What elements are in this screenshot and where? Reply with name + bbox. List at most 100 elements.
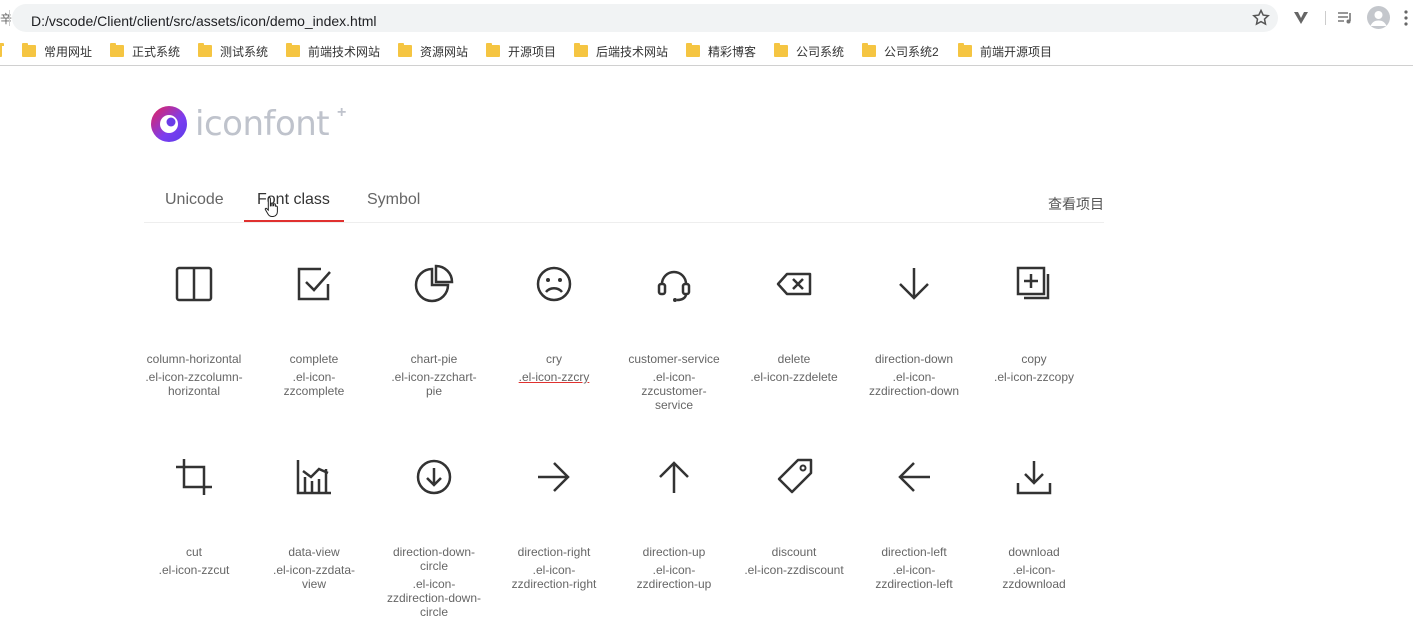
icon-card-direction-down[interactable]: direction-down .el-icon-zzdirection-down bbox=[864, 250, 964, 398]
active-tab-indicator bbox=[244, 220, 344, 222]
profile-avatar[interactable] bbox=[1367, 6, 1390, 29]
logo-mark-icon bbox=[160, 115, 178, 133]
vue-devtools-icon[interactable] bbox=[1292, 9, 1310, 27]
icon-card-direction-down-circle[interactable]: direction-down-circle .el-icon-zzdirecti… bbox=[384, 443, 484, 619]
view-project-link[interactable]: 查看项目 bbox=[1048, 194, 1104, 214]
address-bar: 辛 D:/vscode/Client/client/src/assets/ico… bbox=[0, 0, 1413, 36]
hand-cursor-icon bbox=[264, 196, 278, 217]
folder-icon bbox=[958, 43, 972, 57]
folder-icon bbox=[862, 43, 876, 57]
icon-name: direction-down bbox=[874, 352, 954, 366]
logo-text: iconfont bbox=[195, 104, 330, 144]
icon-name: cry bbox=[546, 352, 562, 366]
folder-icon bbox=[0, 43, 4, 57]
icon-name: copy bbox=[1021, 352, 1047, 366]
bookmark-folder[interactable]: 资源网站 bbox=[398, 43, 468, 59]
data-view-icon bbox=[296, 460, 331, 495]
bookmark-folder[interactable]: 前端技术网站 bbox=[286, 43, 380, 59]
tab-unicode[interactable]: Unicode bbox=[165, 191, 224, 209]
download-icon bbox=[1016, 461, 1052, 495]
icon-card-direction-right[interactable]: direction-right .el-icon-zzdirection-rig… bbox=[504, 443, 604, 591]
icon-card-download[interactable]: download .el-icon-zzdownload bbox=[984, 443, 1084, 591]
icon-card-chart-pie[interactable]: chart-pie .el-icon-zzchart-pie bbox=[384, 250, 484, 398]
icon-card-complete[interactable]: complete .el-icon-zzcomplete bbox=[264, 250, 364, 398]
folder-icon bbox=[774, 43, 788, 57]
bookmark-label: 正式系统 bbox=[132, 44, 181, 59]
icon-card-cut[interactable]: cut .el-icon-zzcut bbox=[144, 443, 244, 577]
icon-card-delete[interactable]: delete .el-icon-zzdelete bbox=[744, 250, 844, 384]
bookmark-folder[interactable]: 测试系统 bbox=[198, 43, 268, 59]
icon-name: direction-right bbox=[517, 545, 591, 559]
site-info-glyph[interactable]: 辛 bbox=[0, 10, 12, 26]
icon-class: .el-icon-zzdelete bbox=[750, 370, 838, 384]
direction-down-circle-icon bbox=[416, 459, 452, 495]
bookmark-folder[interactable]: 公司系统2 bbox=[862, 43, 939, 59]
bookmark-label: 公司系统2 bbox=[884, 44, 939, 59]
chart-pie-icon bbox=[414, 264, 454, 303]
icon-card-cry[interactable]: cry .el-icon-zzcry bbox=[504, 250, 604, 384]
folder-icon bbox=[486, 43, 500, 57]
bookmark-folder[interactable]: 常用网址 bbox=[22, 43, 92, 59]
icon-class: .el-icon-zzdirection-right bbox=[511, 563, 597, 591]
icon-card-customer-service[interactable]: customer-service .el-icon-zzcustomer-ser… bbox=[624, 250, 724, 412]
bookmark-folder[interactable]: 公司系统 bbox=[774, 43, 844, 59]
column-horizontal-icon bbox=[175, 266, 213, 302]
url-text[interactable]: D:/vscode/Client/client/src/assets/icon/… bbox=[31, 13, 376, 29]
icon-name: download bbox=[1008, 545, 1060, 559]
bookmark-folder[interactable]: 后端技术网站 bbox=[574, 43, 668, 59]
icon-name: customer-service bbox=[628, 352, 720, 366]
icon-class: .el-icon-zzdirection-up bbox=[636, 563, 712, 591]
icon-class: .el-icon-zzdiscount bbox=[744, 563, 844, 577]
bookmark-label: 开源项目 bbox=[508, 44, 557, 59]
icon-class: .el-icon-zzcolumn-horizontal bbox=[145, 370, 243, 398]
tab-bar: Unicode Font class Symbol 查看项目 bbox=[144, 180, 1104, 223]
bookmark-folder-partial[interactable] bbox=[0, 43, 4, 59]
icon-class: .el-icon-zzcut bbox=[158, 563, 230, 577]
icon-class: .el-icon-zzdirection-down bbox=[868, 370, 960, 398]
icon-class: .el-icon-zzchart-pie bbox=[391, 370, 477, 398]
bookmark-star-icon[interactable] bbox=[1251, 8, 1271, 28]
folder-icon bbox=[286, 43, 300, 57]
discount-icon bbox=[777, 458, 813, 494]
icon-name: complete bbox=[289, 352, 339, 366]
icon-class: .el-icon-zzcustomer-service bbox=[641, 370, 707, 412]
icon-card-column-horizontal[interactable]: column-horizontal .el-icon-zzcolumn-hori… bbox=[144, 250, 244, 398]
user-icon bbox=[1370, 11, 1387, 26]
toolbar-separator bbox=[1325, 11, 1326, 25]
icon-card-direction-up[interactable]: direction-up .el-icon-zzdirection-up bbox=[624, 443, 724, 591]
icon-card-data-view[interactable]: data-view .el-icon-zzdata-view bbox=[264, 443, 364, 591]
cry-icon bbox=[536, 266, 572, 302]
folder-icon bbox=[198, 43, 212, 57]
bookmark-folder[interactable]: 开源项目 bbox=[486, 43, 556, 59]
bookmark-folder[interactable]: 前端开源项目 bbox=[958, 43, 1052, 59]
delete-icon bbox=[776, 272, 812, 296]
bookmark-folder[interactable]: 正式系统 bbox=[110, 43, 180, 59]
icon-name: delete bbox=[777, 352, 811, 366]
direction-right-icon bbox=[538, 462, 570, 492]
direction-down-icon bbox=[899, 268, 929, 300]
bookmark-label: 常用网址 bbox=[44, 44, 93, 59]
icon-class: .el-icon-zzcomplete bbox=[283, 370, 345, 398]
iconfont-logo[interactable]: iconfont + bbox=[151, 104, 351, 146]
more-menu-icon[interactable] bbox=[1403, 9, 1409, 27]
icon-name: chart-pie bbox=[410, 352, 458, 366]
icon-class: .el-icon-zzcry bbox=[518, 370, 590, 384]
bookmark-folder[interactable]: 精彩博客 bbox=[686, 43, 756, 59]
url-field[interactable]: D:/vscode/Client/client/src/assets/icon/… bbox=[12, 4, 1278, 32]
icon-name: data-view bbox=[288, 545, 340, 559]
icon-card-discount[interactable]: discount .el-icon-zzdiscount bbox=[744, 443, 844, 577]
icon-name: direction-left bbox=[881, 545, 947, 559]
tab-symbol[interactable]: Symbol bbox=[367, 191, 420, 209]
icon-name: column-horizontal bbox=[146, 352, 242, 366]
icon-class: .el-icon-zzdirection-left bbox=[875, 563, 953, 591]
icon-name: discount bbox=[771, 545, 817, 559]
icon-name: cut bbox=[185, 545, 202, 559]
icon-card-copy[interactable]: copy .el-icon-zzcopy bbox=[984, 250, 1084, 384]
logo-plus: + bbox=[337, 104, 347, 121]
customer-service-icon bbox=[657, 270, 691, 302]
folder-icon bbox=[22, 43, 36, 57]
direction-left-icon bbox=[898, 462, 930, 492]
media-playlist-icon[interactable] bbox=[1336, 9, 1354, 27]
icon-card-direction-left[interactable]: direction-left .el-icon-zzdirection-left bbox=[864, 443, 964, 591]
cut-icon bbox=[176, 459, 212, 495]
